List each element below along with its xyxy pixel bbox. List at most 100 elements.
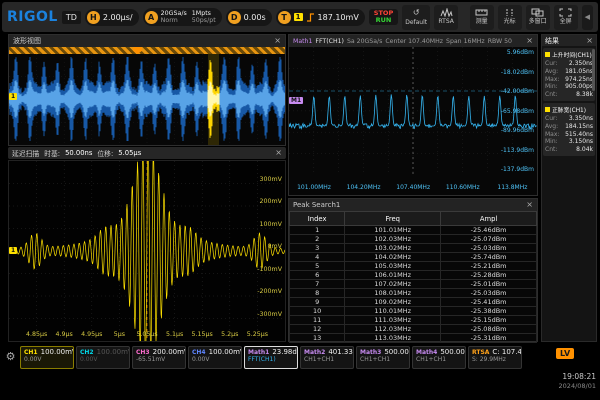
table-cell: 10 [290, 307, 345, 316]
table-row[interactable]: 13113.03MHz-25.31dBm [290, 334, 537, 343]
multi-window-button[interactable]: 多窗口 [526, 5, 550, 30]
channel-color-swatch [545, 52, 550, 57]
measurement-line: Cnt:8.38k [545, 91, 593, 99]
axis-label: -89.96dBm [501, 127, 534, 134]
table-row[interactable]: 10110.01MHz-25.38dBm [290, 307, 537, 316]
run-stop-button[interactable]: STOP RUN [369, 9, 398, 26]
channel1-marker[interactable]: 1 [9, 93, 17, 100]
memory-depth: 1Mpts [192, 10, 216, 17]
table-cell: 112.03MHz [345, 325, 441, 334]
cursor-icon [503, 8, 516, 17]
measurement-card[interactable]: 正脉宽(CH1)Cur:3.350nsAvg:184.15nsMax:515.4… [543, 103, 595, 156]
axis-label: 101.00MHz [294, 184, 334, 191]
fft-canvas[interactable] [289, 47, 537, 195]
table-row[interactable]: 1101.01MHz-25.46dBm [290, 226, 537, 235]
measurement-line: Max:515.40ns [545, 131, 593, 139]
measurement-line: Cur:2.350ns [545, 60, 593, 68]
peak-search-title: Peak Search1 [293, 201, 340, 209]
rtsa-button[interactable]: RTSA [434, 5, 458, 30]
table-row[interactable]: 4104.02MHz-25.74dBm [290, 253, 537, 262]
channel-box-rtsa[interactable]: RTSA C: 107.4MHz S: 29.9MHz [468, 346, 522, 369]
table-row[interactable]: 8108.01MHz-25.03dBm [290, 289, 537, 298]
channel-box-math1[interactable]: Math1 23.98dB/ FFT(CH1) [244, 346, 298, 369]
trigger-position-marker[interactable] [133, 47, 142, 54]
waveform-view-panel[interactable]: 波形视图 × 1 [8, 34, 286, 146]
measurement-name: 上升时间(CH1) [552, 50, 592, 59]
oscilloscope-screen: RIGOL T D H 2.00μs/ A 20GSa/s 1Mpts Norm … [0, 0, 600, 400]
table-row[interactable]: 3103.02MHz-25.03dBm [290, 244, 537, 253]
table-row[interactable]: 12112.03MHz-25.08dBm [290, 325, 537, 334]
rigol-logo: RIGOL [7, 9, 58, 25]
axis-label: -65.98dBm [501, 108, 534, 115]
axis-label: 4.95μs [78, 331, 106, 338]
gear-icon: ⚙ [6, 350, 16, 363]
table-header-row: Index Freq Ampl [290, 212, 537, 226]
table-row[interactable]: 6106.01MHz-25.28dBm [290, 271, 537, 280]
acquire-knob[interactable]: A [145, 11, 158, 24]
close-icon[interactable]: × [526, 37, 533, 45]
axis-label: -200mV [257, 288, 282, 295]
close-icon[interactable]: × [586, 37, 593, 45]
table-row[interactable]: 7107.02MHz-25.01dBm [290, 280, 537, 289]
close-icon[interactable]: × [275, 149, 282, 157]
stat-label: Cur: [545, 60, 557, 68]
stat-value: 515.40ns [565, 131, 593, 139]
fft-panel[interactable]: Math1 FFT(CH1) Sa 20GSa/s Center 107.40M… [288, 34, 538, 196]
trigger-knob[interactable]: T [278, 11, 291, 24]
table-cell: -25.15dBm [441, 316, 537, 325]
measurement-card-header: 正脉宽(CH1) [545, 105, 593, 114]
fullscreen-button[interactable]: 全屏 [554, 5, 578, 30]
zoom-waveform-canvas[interactable] [9, 161, 285, 341]
table-cell: 4 [290, 253, 345, 262]
lan-status-badge[interactable]: LV [556, 348, 574, 359]
table-cell: 103.02MHz [345, 244, 441, 253]
toolbar-collapse-button[interactable]: ◀ [582, 5, 593, 30]
trigger-level-value: 187.10mV [318, 13, 359, 22]
date-display: 2024/08/01 [559, 382, 596, 391]
channel-box-math4[interactable]: Math4 500.00mV CH1+CH1 [412, 346, 466, 369]
channel1-ground-marker[interactable]: 1 [9, 247, 17, 254]
stat-value: 8.04k [576, 146, 593, 154]
table-row[interactable]: 11111.03MHz-25.15dBm [290, 316, 537, 325]
table-row[interactable]: 5105.03MHz-25.21dBm [290, 262, 537, 271]
table-cell: -25.08dBm [441, 325, 537, 334]
table-cell: 107.02MHz [345, 280, 441, 289]
main-waveform-canvas[interactable] [9, 54, 285, 145]
peak-table-body: 1101.01MHz-25.46dBm2102.03MHz-25.07dBm31… [290, 226, 537, 343]
close-icon[interactable]: × [526, 201, 533, 209]
measurement-card[interactable]: 上升时间(CH1)Cur:2.350nsAvg:181.05nsMax:974.… [543, 48, 595, 101]
results-sidebar[interactable]: 结果 × 上升时间(CH1)Cur:2.350nsAvg:181.05nsMax… [541, 34, 597, 342]
sidebar-scrollbar[interactable] [592, 49, 595, 91]
math1-marker[interactable]: M1 [289, 97, 303, 104]
channel-box-math2[interactable]: Math2 401.33mV CH1+CH1 [300, 346, 354, 369]
channel-box-math3[interactable]: Math3 500.00mV CH1+CH1 [356, 346, 410, 369]
close-icon[interactable]: × [274, 37, 281, 45]
table-cell: -25.46dBm [441, 226, 537, 235]
channel-box-ch2[interactable]: CH2 100.00mV 0.00V [76, 346, 130, 369]
cursor-button[interactable]: 光标 [498, 5, 522, 30]
channel-box-ch4[interactable]: CH4 100.00mV 0.00V [188, 346, 242, 369]
fft-sample-rate: Sa 20GSa/s [347, 38, 382, 45]
delay-control[interactable]: D 0.00s [226, 9, 272, 26]
peak-search-panel[interactable]: Peak Search1 × Index Freq Ampl 1101.01MH… [288, 198, 538, 342]
measure-button[interactable]: 测量 [470, 5, 494, 30]
axis-label: 5.15μs [188, 331, 216, 338]
acquire-control[interactable]: A 20GSa/s 1Mpts Norm 50ps/pt [143, 8, 222, 26]
top-toolbar: RIGOL T D H 2.00μs/ A 20GSa/s 1Mpts Norm … [2, 2, 598, 32]
table-row[interactable]: 9109.02MHz-25.41dBm [290, 298, 537, 307]
zoom-waveform-panel[interactable]: 1 300mV200mV100mV0mV-100mV-200mV-300mV4.… [8, 160, 286, 342]
stat-label: Avg: [545, 68, 558, 76]
delay-knob[interactable]: D [228, 11, 241, 24]
channel-box-ch1[interactable]: CH1 100.00mV 0.00V [20, 346, 74, 369]
table-cell: 7 [290, 280, 345, 289]
horizontal-scale-control[interactable]: H 2.00μs/ [85, 9, 139, 26]
menu-button[interactable]: ⚙ [3, 349, 18, 364]
stat-value: 974.25ns [565, 76, 593, 84]
table-row[interactable]: 2102.03MHz-25.07dBm [290, 235, 537, 244]
horizontal-knob[interactable]: H [87, 11, 100, 24]
channel-box-ch3[interactable]: CH3 200.00mV -65.51mV [132, 346, 186, 369]
zoom-info-bar[interactable]: 延迟扫描 时基: 50.00ns 位移: 5.05μs × [8, 147, 286, 159]
default-button[interactable]: ↺ Default [402, 5, 430, 30]
peak-search-header: Peak Search1 × [289, 199, 537, 211]
trigger-control[interactable]: T 1 187.10mV [276, 9, 365, 26]
